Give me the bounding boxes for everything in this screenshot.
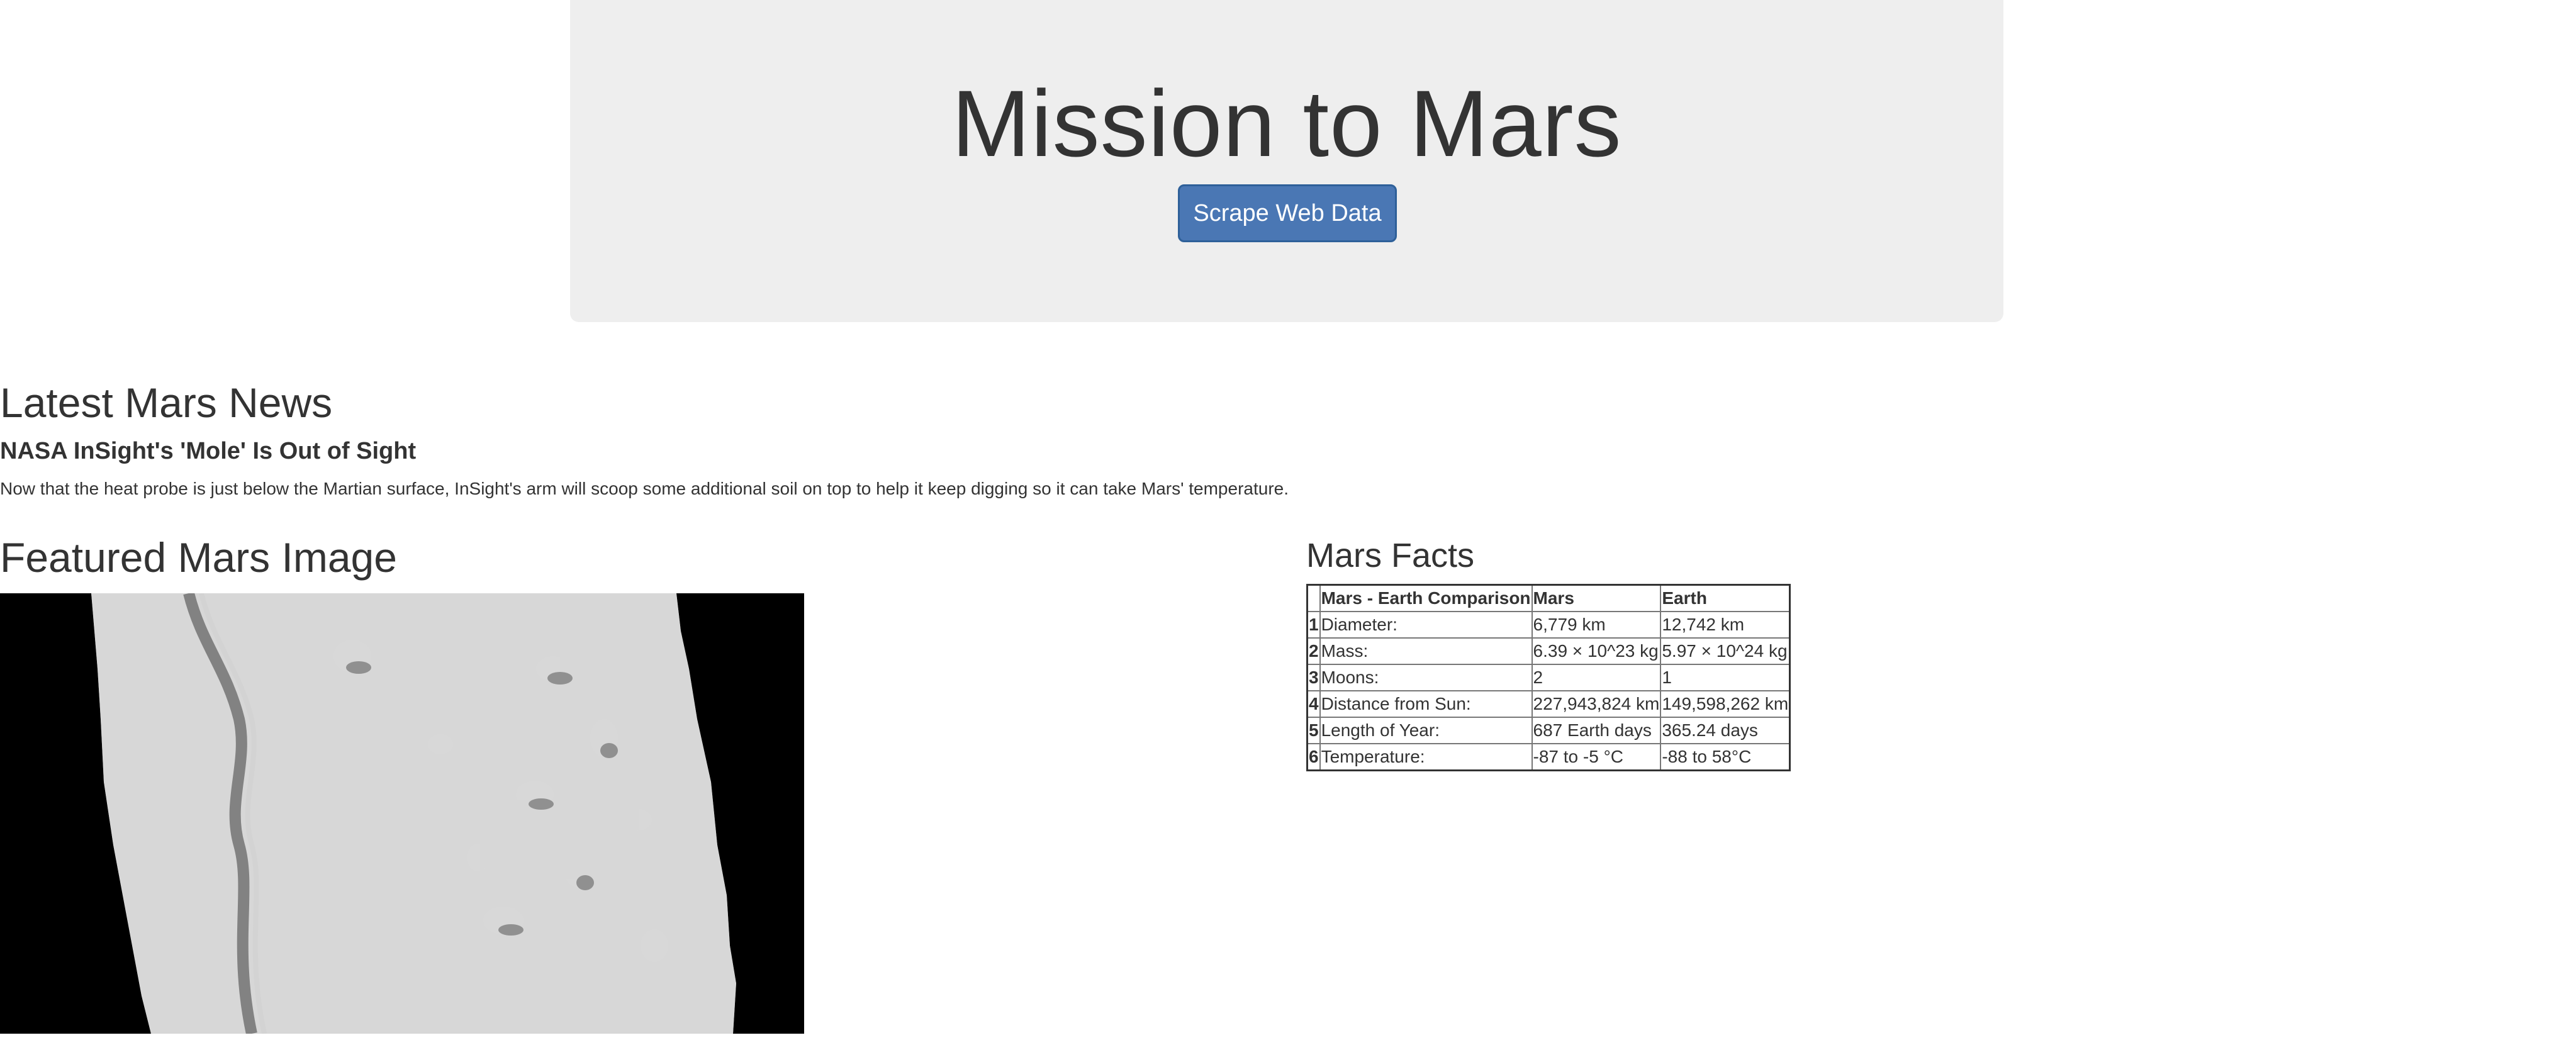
table-row: 3 Moons: 2 1 [1306,664,1791,691]
row-label: Distance from Sun: [1319,690,1533,718]
mars-value: 2 [1531,664,1662,691]
latest-news-heading: Latest Mars News [0,379,333,426]
table-row: 2 Mass: 6.39 × 10^23 kg 5.97 × 10^24 kg [1306,637,1791,665]
facts-column-header [1306,584,1321,612]
row-index: 2 [1306,637,1321,665]
mars-facts-table: Mars - Earth Comparison Mars Earth 1 Dia… [1306,584,1791,771]
earth-value: 365.24 days [1660,717,1791,744]
facts-header-row: Mars - Earth Comparison Mars Earth [1306,584,1791,612]
row-label: Temperature: [1319,743,1533,771]
row-index: 3 [1306,664,1321,691]
news-title: NASA InSight's 'Mole' Is Out of Sight [0,438,417,464]
mars-value: 227,943,824 km [1531,690,1662,718]
mars-value: -87 to -5 °C [1531,743,1662,771]
table-row: 6 Temperature: -87 to -5 °C -88 to 58°C [1306,743,1791,771]
row-index: 5 [1306,717,1321,744]
mars-value: 6,779 km [1531,611,1662,639]
earth-value: -88 to 58°C [1660,743,1791,771]
page: Mission to Mars Scrape Web Data Latest M… [0,0,2576,1062]
featured-mars-image [0,593,804,1034]
earth-value: 5.97 × 10^24 kg [1660,637,1791,665]
facts-column-header: Mars [1531,584,1662,612]
jumbotron-header: Mission to Mars Scrape Web Data [570,0,2003,322]
news-teaser: Now that the heat probe is just below th… [0,479,1289,498]
row-index: 4 [1306,690,1321,718]
facts-column-header: Earth [1660,584,1791,612]
facts-column-header: Mars - Earth Comparison [1319,584,1533,612]
mars-value: 6.39 × 10^23 kg [1531,637,1662,665]
scrape-web-data-button[interactable]: Scrape Web Data [1178,184,1397,242]
table-row: 5 Length of Year: 687 Earth days 365.24 … [1306,717,1791,744]
mars-facts-heading: Mars Facts [1306,537,1475,574]
mars-value: 687 Earth days [1531,717,1662,744]
page-title: Mission to Mars [951,70,1622,176]
row-label: Moons: [1319,664,1533,691]
row-label: Diameter: [1319,611,1533,639]
row-index: 1 [1306,611,1321,639]
table-row: 1 Diameter: 6,779 km 12,742 km [1306,611,1791,639]
row-label: Length of Year: [1319,717,1533,744]
featured-image-heading: Featured Mars Image [0,534,397,581]
earth-value: 149,598,262 km [1660,690,1791,718]
earth-value: 1 [1660,664,1791,691]
row-index: 6 [1306,743,1321,771]
table-row: 4 Distance from Sun: 227,943,824 km 149,… [1306,690,1791,718]
earth-value: 12,742 km [1660,611,1791,639]
row-label: Mass: [1319,637,1533,665]
